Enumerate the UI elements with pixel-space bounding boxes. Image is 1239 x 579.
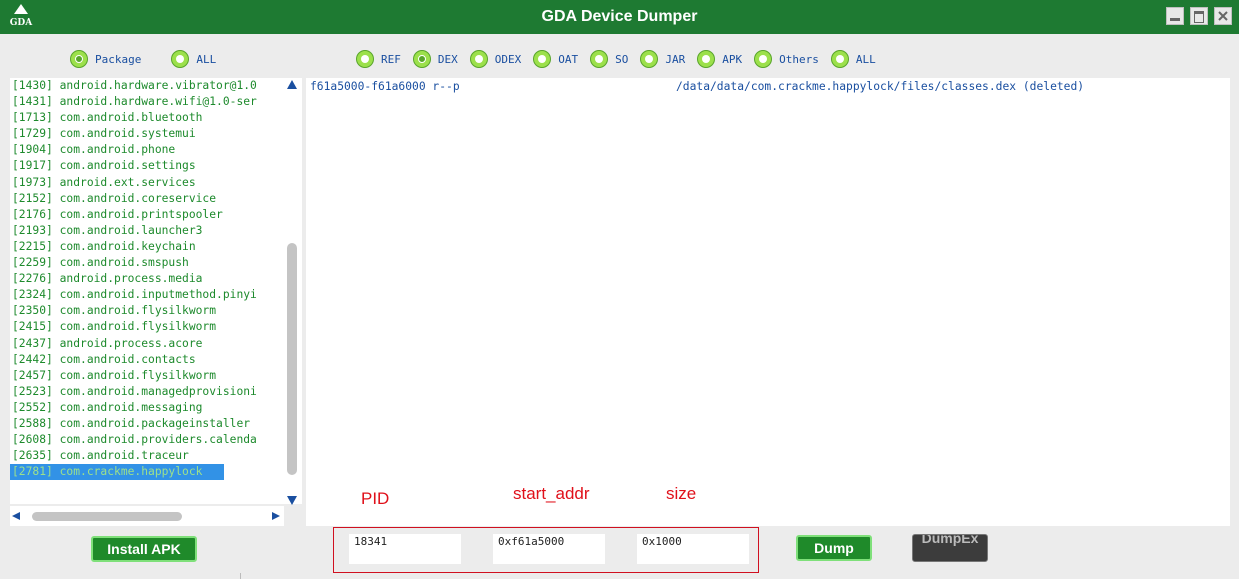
process-list-item[interactable]: [2442] com.android.contacts <box>10 352 284 368</box>
start-addr-field[interactable]: 0xf61a5000 <box>493 534 605 564</box>
process-list-item[interactable]: [2193] com.android.launcher3 <box>10 223 284 239</box>
radio-button-icon[interactable] <box>754 50 773 68</box>
radio-label: JAR <box>665 52 686 66</box>
process-list-item[interactable]: [1430] android.hardware.vibrator@1.0 <box>10 78 284 94</box>
process-list-item[interactable]: [2608] com.android.providers.calenda <box>10 432 284 448</box>
process-list-item[interactable]: [2457] com.android.flysilkworm <box>10 368 284 384</box>
radio-button-icon[interactable] <box>171 50 190 68</box>
process-list-item[interactable]: [2588] com.android.packageinstaller <box>10 416 284 432</box>
install-apk-button[interactable]: Install APK <box>91 536 197 562</box>
title-bar: GDA GDA Device Dumper <box>0 0 1239 34</box>
radio-button-icon[interactable] <box>356 50 374 68</box>
radio-label: DEX <box>437 52 458 66</box>
process-list-item[interactable]: [2781] com.crackme.happylock <box>10 464 224 481</box>
radio-label: APK <box>722 52 743 66</box>
process-list-item[interactable]: [1729] com.android.systemui <box>10 126 284 142</box>
memory-range[interactable]: f61a5000-f61a6000 r--p <box>310 80 460 93</box>
divider <box>240 573 241 579</box>
minimize-icon <box>1170 18 1180 21</box>
start-addr-annotation: start_addr <box>513 484 590 503</box>
type-radio-all[interactable]: ALL <box>830 50 876 68</box>
memory-path[interactable]: /data/data/com.crackme.happylock/files/c… <box>676 80 1084 93</box>
radio-label: ODEX <box>494 52 522 66</box>
minimize-button[interactable] <box>1166 7 1184 25</box>
radio-label: OAT <box>558 52 579 66</box>
type-radio-apk[interactable]: APK <box>697 50 742 68</box>
process-list-vscrollbar[interactable] <box>284 78 302 505</box>
type-radio-jar[interactable]: JAR <box>640 50 685 68</box>
type-radio-ref[interactable]: REF <box>356 50 401 68</box>
scroll-left-arrow-icon[interactable] <box>12 512 20 520</box>
process-list-item[interactable]: [1917] com.android.settings <box>10 158 284 174</box>
process-list-item[interactable]: [1431] android.hardware.wifi@1.0-ser <box>10 94 284 110</box>
dumpex-label: DumpEx <box>921 534 979 546</box>
process-list-item[interactable]: [2324] com.android.inputmethod.pinyi <box>10 287 284 303</box>
dumpex-button[interactable]: DumpEx <box>912 534 988 562</box>
filter-radio-all[interactable]: ALL <box>171 50 216 68</box>
radio-button-icon[interactable] <box>469 50 488 68</box>
radio-button-icon[interactable] <box>830 50 849 68</box>
radio-button-icon[interactable] <box>697 50 716 68</box>
process-list-item[interactable]: [2437] android.process.acore <box>10 336 284 352</box>
process-list[interactable]: [1430] android.hardware.vibrator@1.0 [143… <box>10 78 284 504</box>
radio-label: Package <box>95 52 142 66</box>
pid-field[interactable]: 18341 <box>349 534 461 564</box>
scroll-down-arrow-icon[interactable] <box>287 496 297 505</box>
hscroll-thumb[interactable] <box>32 512 182 521</box>
filter-radio-package[interactable]: Package <box>70 50 141 68</box>
process-list-item[interactable]: [2176] com.android.printspooler <box>10 207 284 223</box>
process-list-item[interactable]: [1713] com.android.bluetooth <box>10 110 284 126</box>
process-list-item[interactable]: [2415] com.android.flysilkworm <box>10 319 284 335</box>
type-radio-oat[interactable]: OAT <box>533 50 578 68</box>
radio-label: REF <box>381 52 401 66</box>
radio-button-icon[interactable] <box>412 50 431 68</box>
radio-label: Others <box>779 52 819 66</box>
type-radio-dex[interactable]: DEX <box>412 50 458 68</box>
process-filter-group: Package ALL <box>70 44 228 74</box>
scroll-right-arrow-icon[interactable] <box>272 512 280 520</box>
process-list-item[interactable]: [2276] android.process.media <box>10 271 284 287</box>
size-field[interactable]: 0x1000 <box>637 534 749 564</box>
process-list-item[interactable]: [2259] com.android.smspush <box>10 255 284 271</box>
scroll-up-arrow-icon[interactable] <box>287 80 297 89</box>
size-annotation: size <box>666 484 697 503</box>
process-list-item[interactable]: [2152] com.android.coreservice <box>10 191 284 207</box>
type-radio-so[interactable]: SO <box>590 50 628 68</box>
window-title: GDA Device Dumper <box>541 8 698 25</box>
radio-button-icon[interactable] <box>70 50 88 68</box>
close-button[interactable] <box>1214 7 1232 25</box>
process-list-item[interactable]: [2635] com.android.traceur <box>10 448 284 464</box>
process-list-hscrollbar[interactable] <box>10 506 284 526</box>
radio-button-icon[interactable] <box>640 50 659 68</box>
process-list-item[interactable]: [2552] com.android.messaging <box>10 400 284 416</box>
process-list-item[interactable]: [1904] com.android.phone <box>10 142 284 158</box>
radio-label: SO <box>615 52 629 66</box>
process-list-item[interactable]: [2350] com.android.flysilkworm <box>10 303 284 319</box>
vscroll-thumb[interactable] <box>287 243 297 475</box>
radio-button-icon[interactable] <box>533 50 552 68</box>
radio-button-icon[interactable] <box>590 50 609 68</box>
memory-map-panel[interactable]: f61a5000-f61a6000 r--p /data/data/com.cr… <box>306 78 1230 526</box>
type-radio-others[interactable]: Others <box>754 50 819 68</box>
type-filter-group: REF DEX ODEX OAT SO JAR APK Others ALL <box>356 44 888 74</box>
maximize-icon <box>1194 11 1204 23</box>
radio-label: ALL <box>855 52 876 66</box>
radio-label: ALL <box>196 52 217 66</box>
dump-button[interactable]: Dump <box>796 535 872 561</box>
pid-annotation: PID <box>361 489 390 508</box>
type-radio-odex[interactable]: ODEX <box>469 50 522 68</box>
close-icon <box>1218 11 1228 21</box>
process-list-item[interactable]: [2215] com.android.keychain <box>10 239 284 255</box>
process-list-item[interactable]: [2523] com.android.managedprovisioni <box>10 384 284 400</box>
process-list-item[interactable]: [1973] android.ext.services <box>10 175 284 191</box>
maximize-button[interactable] <box>1190 7 1208 25</box>
